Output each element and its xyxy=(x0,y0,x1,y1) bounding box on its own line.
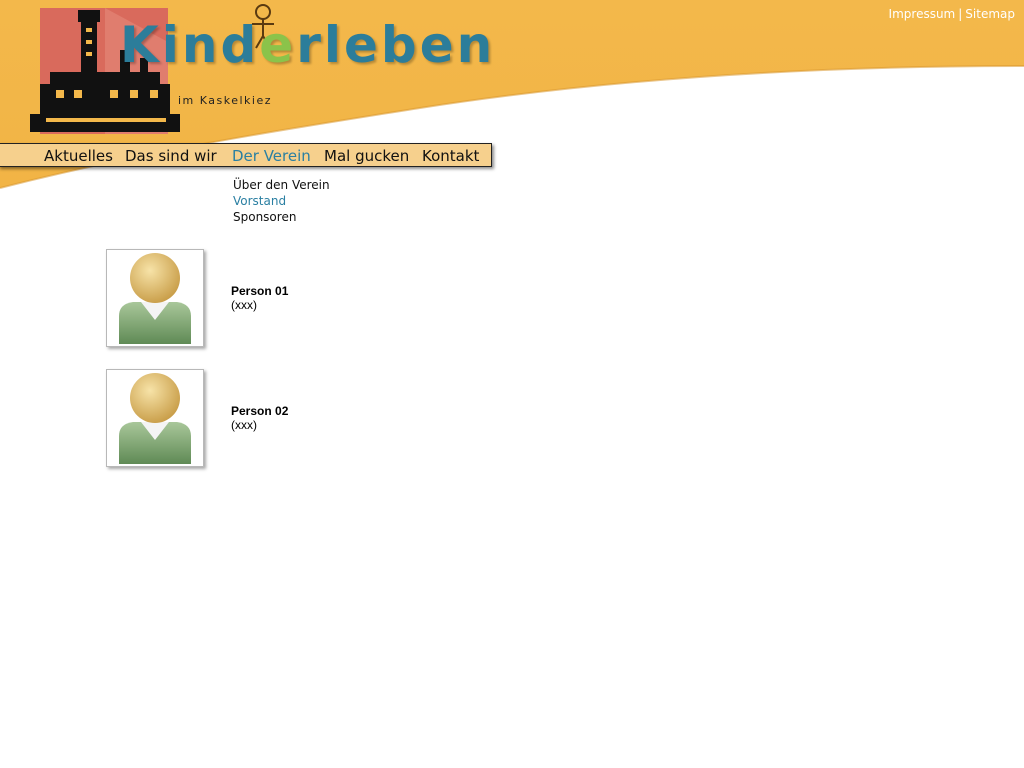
sub-nav-item-ueber-den-verein[interactable]: Über den Verein xyxy=(233,177,330,193)
nav-item-aktuelles[interactable]: Aktuelles xyxy=(44,147,113,165)
person-photo xyxy=(106,249,204,347)
link-separator: | xyxy=(958,7,963,21)
nav-item-mal-gucken[interactable]: Mal gucken xyxy=(324,147,409,165)
person-name: Person 01 xyxy=(231,284,289,298)
person-avatar-icon xyxy=(119,373,191,464)
nav-item-kontakt[interactable]: Kontakt xyxy=(422,147,479,165)
sub-nav-item-sponsoren[interactable]: Sponsoren xyxy=(233,209,330,225)
site-logo[interactable]: Kinderleben im Kaskelkiez xyxy=(20,2,500,142)
person-avatar-icon xyxy=(119,253,191,344)
nav-item-das-sind-wir[interactable]: Das sind wir xyxy=(125,147,217,165)
sub-nav-item-vorstand[interactable]: Vorstand xyxy=(233,193,330,209)
top-links: Impressum | Sitemap xyxy=(889,7,1015,21)
person-photo xyxy=(106,369,204,467)
person-role: (xxx) xyxy=(231,298,257,312)
sub-nav: Über den Verein Vorstand Sponsoren xyxy=(233,177,330,225)
person-name: Person 02 xyxy=(231,404,289,418)
person-role: (xxx) xyxy=(231,418,257,432)
main-nav: Aktuelles Das sind wir Der Verein Mal gu… xyxy=(0,143,492,167)
impressum-link[interactable]: Impressum xyxy=(889,7,956,21)
logo-title: Kinderleben xyxy=(120,16,496,74)
logo-subtitle: im Kaskelkiez xyxy=(178,94,273,107)
sitemap-link[interactable]: Sitemap xyxy=(965,7,1015,21)
nav-item-der-verein[interactable]: Der Verein xyxy=(232,147,311,165)
